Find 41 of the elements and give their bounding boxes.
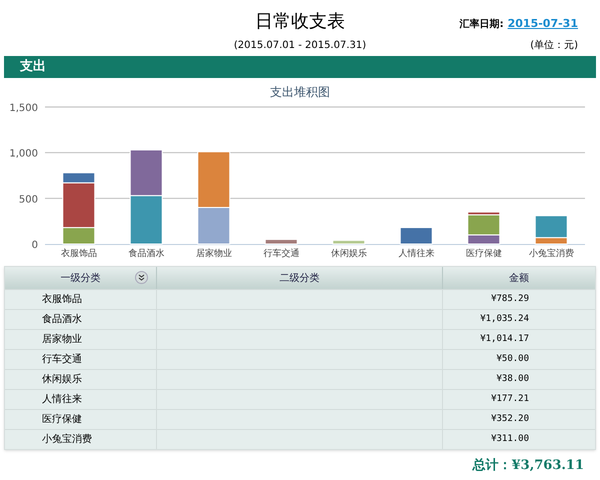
- y-tick-label: 1,500: [9, 103, 38, 114]
- table-cell-text: ¥1,035.24: [480, 312, 529, 326]
- date-label: 汇率日期:: [460, 17, 504, 32]
- chart-title: 支出堆积图: [270, 85, 330, 99]
- table-cell-text: ¥352.20: [491, 412, 529, 426]
- table-cell-text: 休闲娱乐: [42, 372, 82, 387]
- x-tick-label: 居家物业: [196, 249, 232, 259]
- x-tick-label: 行车交通: [263, 249, 300, 259]
- table-cell-text: 医疗保健: [42, 412, 82, 427]
- y-tick-label: 0: [32, 240, 38, 251]
- table-cell-text: 食品酒水: [42, 312, 82, 327]
- expand-button[interactable]: [135, 271, 148, 284]
- table-cell-text: 衣服饰品: [42, 292, 82, 307]
- table-cell-text: 居家物业: [42, 332, 82, 347]
- column-header: 二级分类: [280, 272, 320, 286]
- table-cell-text: ¥1,014.17: [480, 332, 529, 346]
- table-cell-text: 行车交通: [42, 352, 82, 367]
- table-cell-text: ¥50.00: [496, 352, 529, 366]
- period-text: (2015.07.01 - 2015.07.31): [234, 39, 366, 53]
- table-cell-text: 人情往来: [42, 392, 82, 407]
- x-tick-label: 衣服饰品: [60, 249, 97, 259]
- section-title: 支出: [20, 58, 46, 76]
- x-tick-label: 食品酒水: [128, 249, 164, 259]
- total-text: 总计：¥3,763.11: [472, 457, 584, 475]
- column-header: 金额: [509, 272, 529, 286]
- table-cell-text: ¥785.29: [491, 292, 529, 306]
- column-header: 一级分类: [60, 272, 100, 286]
- table-cell-text: ¥311.00: [491, 432, 529, 446]
- table-cell-text: ¥38.00: [496, 372, 529, 386]
- date-link[interactable]: 2015-07-31: [508, 16, 578, 32]
- double-chevron-icon: [138, 274, 145, 281]
- table-cell-text: ¥177.21: [491, 392, 529, 406]
- x-tick-label: 人情往来: [398, 249, 434, 259]
- report-title: 日常收支表: [255, 10, 345, 34]
- x-tick-label: 休闲娱乐: [330, 249, 367, 259]
- y-tick-label: 1,000: [9, 148, 38, 160]
- x-tick-label: 小兔宝消费: [528, 249, 574, 259]
- y-tick-label: 500: [18, 194, 38, 206]
- unit-text: (单位：元): [530, 38, 578, 53]
- table-cell-text: 小兔宝消费: [42, 432, 92, 447]
- x-tick-label: 医疗保健: [466, 249, 502, 259]
